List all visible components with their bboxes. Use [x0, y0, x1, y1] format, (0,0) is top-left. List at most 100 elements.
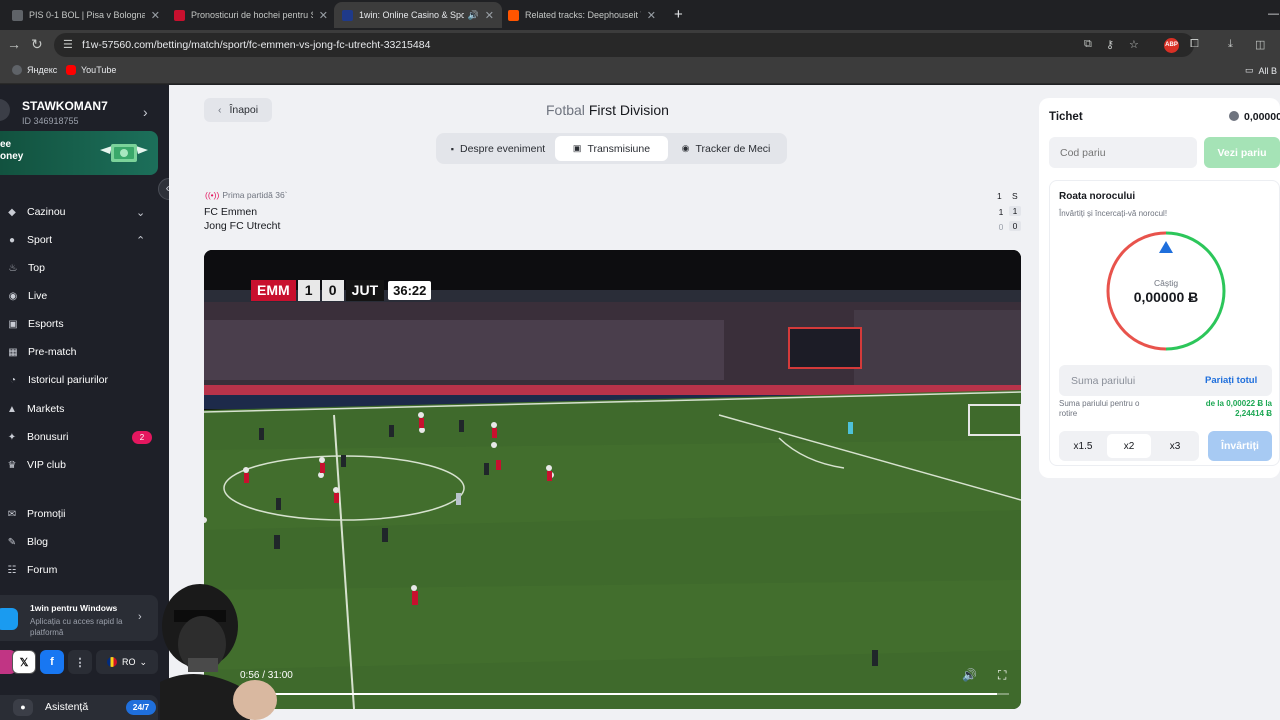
markets-icon: ▲: [7, 403, 17, 415]
profile-icon[interactable]: ◫: [1255, 38, 1265, 51]
fire-icon: ♨: [8, 262, 18, 274]
forward-arrow-icon[interactable]: →: [7, 36, 21, 52]
tab-favicon-icon: [508, 9, 519, 21]
reload-icon[interactable]: ↻: [31, 36, 43, 53]
bet-amount-input[interactable]: Suma pariului Pariați totul: [1059, 365, 1272, 396]
info-icon: ▪: [450, 143, 454, 154]
sidebar-item-promotions[interactable]: ✉ Promoții: [0, 503, 169, 525]
live-icon: ◉: [8, 290, 18, 302]
tab-title: Related tracks: Deephouseit Ta: [525, 10, 641, 20]
new-tab-icon[interactable]: +: [674, 6, 683, 23]
avatar[interactable]: [0, 99, 10, 121]
bet-ticket-panel: Tichet 0,00000 Ƀ Vezi pariu Roata norocu…: [1039, 98, 1280, 478]
bookmark-star-icon[interactable]: ☆: [1129, 38, 1139, 51]
win-value: 0,00000 Ƀ: [1133, 289, 1199, 305]
adblock-extension-icon[interactable]: ABP: [1164, 38, 1179, 53]
yandex-icon: [12, 65, 22, 75]
scorebug-home: EMM: [251, 280, 296, 301]
speaker-icon[interactable]: 🔊: [468, 10, 479, 21]
browser-tab-active[interactable]: 1win: Online Casino & Spor 🔊 ✕: [334, 2, 502, 28]
sidebar-item-live[interactable]: ◉ Live: [0, 285, 169, 307]
sidebar-item-vip[interactable]: ♛ VIP club: [0, 454, 169, 476]
bet-all-button[interactable]: Pariați totul: [1205, 375, 1257, 386]
sidebar-item-esports[interactable]: ▣ Esports: [0, 313, 169, 335]
wheel-of-fortune: Roata norocului Învârtiți și încercați-v…: [1049, 180, 1280, 466]
extensions-icon[interactable]: ⧠: [1190, 38, 1199, 51]
download-icon[interactable]: ⤓: [1228, 38, 1233, 51]
multiplier-selector: x1.5 x2 x3: [1059, 431, 1199, 461]
sidebar-item-forum[interactable]: ☷ Forum: [0, 559, 169, 581]
back-button[interactable]: ‹ Înapoi: [204, 98, 272, 122]
free-money-banner[interactable]: ee oney: [0, 131, 158, 175]
tab-match-tracker[interactable]: ◉ Tracker de Meci: [672, 136, 780, 161]
sidebar-item-label: Sport: [27, 234, 53, 246]
sidebar-item-history[interactable]: ◔ Istoricul pariurilor: [0, 369, 169, 391]
multiplier-x1-5[interactable]: x1.5: [1061, 434, 1105, 458]
sidebar-item-bonuses[interactable]: ✦ Bonusuri 2: [0, 426, 169, 448]
history-icon: ◔: [9, 374, 17, 386]
sidebar-item-prematch[interactable]: ▦ Pre-match: [0, 341, 169, 363]
more-options-icon[interactable]: ⋮: [68, 650, 92, 674]
win-label: Câștig: [1153, 278, 1179, 288]
spin-button[interactable]: Învârtiți: [1208, 431, 1272, 461]
tab-stream[interactable]: ▣ Transmisiune: [555, 136, 668, 161]
windows-app-banner[interactable]: 1win pentru Windows Aplicația cu acces r…: [0, 595, 158, 641]
all-bookmarks[interactable]: ▭ All B: [1245, 65, 1277, 76]
view-bet-button[interactable]: Vezi pariu: [1204, 137, 1280, 168]
bookmark-youtube[interactable]: YouTube: [66, 65, 116, 75]
username[interactable]: STAWKOMAN7: [22, 99, 108, 113]
sidebar-item-label: Promoții: [27, 508, 66, 520]
sidebar-item-markets[interactable]: ▲ Markets: [0, 398, 169, 420]
fullscreen-icon[interactable]: ⛶: [998, 668, 1006, 683]
score-header-total: S: [1012, 191, 1018, 201]
balance-value: 0,00000 Ƀ: [1244, 111, 1280, 123]
minimize-window-icon[interactable]: —: [1268, 8, 1279, 20]
calendar-icon: ▦: [8, 346, 18, 358]
chevron-right-icon: ›: [138, 611, 142, 623]
bookmark-label: Яндекс: [27, 65, 58, 75]
x-twitter-icon[interactable]: 𝕏: [12, 650, 36, 674]
facebook-icon[interactable]: f: [40, 650, 64, 674]
video-player[interactable]: EMM 1 0 JUT 36:22 0:56 / 31:00 🔊 ⛶: [204, 250, 1021, 709]
close-tab-icon[interactable]: ✕: [151, 9, 160, 22]
live-status: ((•)) Prima partidă 36`: [205, 190, 288, 200]
close-tab-icon[interactable]: ✕: [319, 9, 328, 22]
language-selector[interactable]: RO ⌄: [96, 650, 158, 674]
browser-tab[interactable]: Pronosticuri de hochei pentru S ✕: [166, 2, 336, 28]
sidebar-item-sport[interactable]: ● Sport ⌃: [0, 229, 169, 251]
url-bar[interactable]: ☰ f1w-57560.com/betting/match/sport/fc-e…: [54, 33, 1194, 57]
volume-icon[interactable]: 🔊: [962, 668, 977, 682]
browser-tab[interactable]: Related tracks: Deephouseit Ta ✕: [500, 2, 664, 28]
browser-tab[interactable]: PIS 0-1 BOL | Pisa v Bologna 02 ✕: [4, 2, 168, 28]
bet-code-input[interactable]: [1049, 137, 1197, 168]
multiplier-x3[interactable]: x3: [1153, 434, 1197, 458]
multiplier-x2[interactable]: x2: [1107, 434, 1151, 458]
sidebar-item-label: Forum: [27, 564, 58, 576]
chevron-left-icon: ‹: [217, 104, 222, 116]
close-tab-icon[interactable]: ✕: [485, 9, 494, 22]
forum-icon: ☷: [7, 564, 17, 576]
password-key-icon[interactable]: ⚷: [1106, 38, 1114, 51]
scorebug-away-score: 0: [321, 280, 344, 301]
cast-icon[interactable]: ⧉: [1084, 38, 1092, 51]
sidebar-item-label: Istoricul pariurilor: [28, 374, 108, 386]
video-progress-bar[interactable]: [234, 693, 1009, 695]
browser-tab-bar: PIS 0-1 BOL | Pisa v Bologna 02 ✕ Pronos…: [0, 0, 1280, 30]
tab-event-info[interactable]: ▪ Despre eveniment: [442, 136, 554, 161]
folder-icon: ▭: [1245, 65, 1254, 75]
close-tab-icon[interactable]: ✕: [647, 9, 656, 22]
bookmark-yandex[interactable]: Яндекс: [12, 65, 57, 75]
football-pitch-broadcast: [204, 250, 1021, 709]
esports-icon: ▣: [8, 318, 18, 330]
tab-favicon-icon: [174, 9, 185, 21]
sidebar-item-blog[interactable]: ✎ Blog: [0, 531, 169, 553]
support-button[interactable]: ● Asistență 24/7: [0, 695, 158, 720]
sidebar-item-label: Markets: [27, 403, 65, 415]
sidebar-item-casino[interactable]: ◆ Cazinou ⌄: [0, 201, 169, 223]
sidebar-item-top[interactable]: ♨ Top: [0, 257, 169, 279]
away-period-score: 0: [998, 222, 1004, 232]
tab-title: PIS 0-1 BOL | Pisa v Bologna 02: [29, 10, 145, 20]
chevron-right-icon[interactable]: ›: [143, 104, 148, 120]
ticket-title: Tichet: [1049, 111, 1083, 123]
site-settings-icon[interactable]: ☰: [63, 38, 73, 51]
